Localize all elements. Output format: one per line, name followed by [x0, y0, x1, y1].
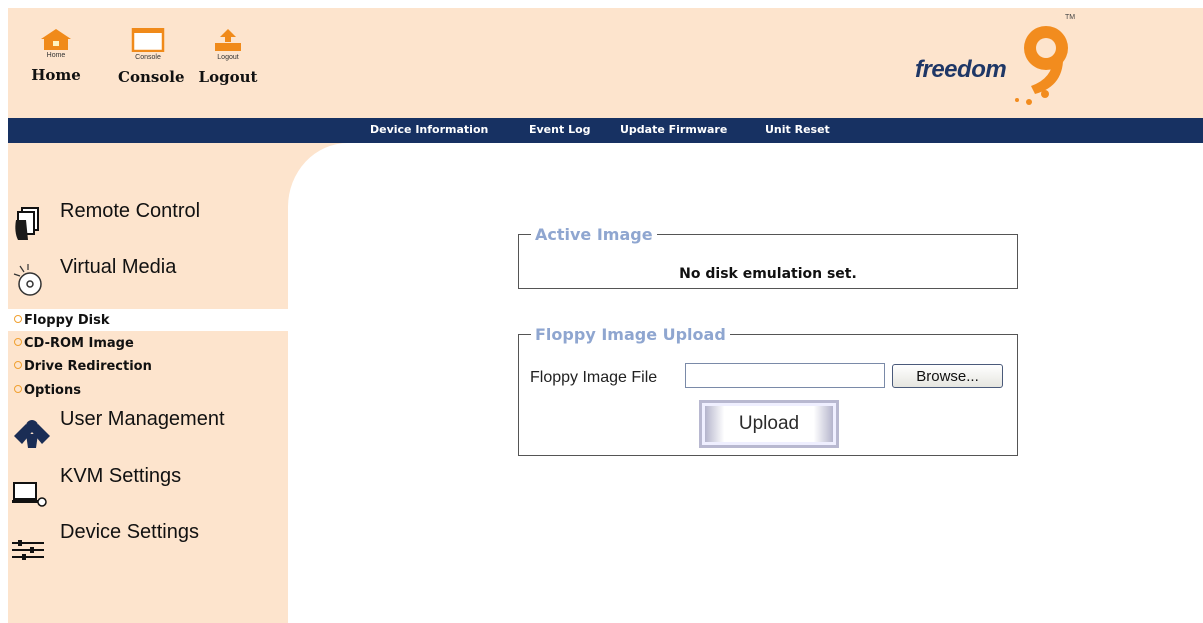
- floppy-file-label: Floppy Image File: [530, 369, 658, 386]
- logout-label: Logout: [198, 68, 258, 86]
- sidebar-subitem-floppy-disk[interactable]: Floppy Disk: [14, 313, 110, 328]
- active-image-status: No disk emulation set.: [679, 266, 857, 282]
- bullet-icon: [14, 361, 22, 369]
- console-button[interactable]: Console Console: [118, 28, 185, 86]
- home-small-label: Home: [46, 52, 66, 59]
- hand-window-icon: [15, 207, 39, 240]
- bullet-icon: [14, 338, 22, 346]
- logout-small-label: Logout: [217, 54, 239, 61]
- home-icon: [41, 29, 71, 50]
- console-small-label: Console: [135, 54, 161, 61]
- options-label: Options: [24, 383, 81, 398]
- sidebar-subitem-cdrom-image[interactable]: CD-ROM Image: [14, 336, 134, 351]
- logo-wordmark: freedom: [915, 56, 1007, 83]
- sidebar-subitem-options[interactable]: Options: [14, 383, 81, 398]
- sidebar-label-kvm-settings: KVM Settings: [60, 465, 182, 487]
- active-image-legend: Active Image: [535, 225, 653, 244]
- active-image-panel: Active Image No disk emulation set.: [518, 225, 1018, 289]
- floppy-upload-panel: Floppy Image Upload Floppy Image File Br…: [518, 325, 1018, 456]
- sidebar-label-remote-control: Remote Control: [60, 200, 201, 222]
- sliders-icon: [12, 540, 44, 560]
- browse-button[interactable]: Browse...: [892, 364, 1003, 388]
- cd-disc-icon: [13, 264, 42, 296]
- nav-event-log[interactable]: Event Log: [529, 123, 591, 136]
- monitor-icon: [12, 482, 47, 507]
- sidebar-subitem-drive-redirection[interactable]: Drive Redirection: [14, 359, 152, 374]
- sidebar-label-virtual-media: Virtual Media: [60, 256, 177, 278]
- nav-unit-reset[interactable]: Unit Reset: [765, 123, 830, 136]
- console-label: Console: [118, 68, 185, 86]
- floppy-upload-legend: Floppy Image Upload: [535, 325, 726, 344]
- console-icon: [131, 28, 165, 52]
- sidebar-label-device-settings: Device Settings: [60, 521, 199, 543]
- logo-trademark: TM: [1065, 14, 1076, 21]
- top-nav: Device Information Event Log Update Firm…: [8, 118, 1203, 143]
- logout-icon: [215, 29, 241, 51]
- sidebar-item-user-management[interactable]: User Management: [8, 408, 283, 448]
- sidebar-curve: [288, 143, 408, 271]
- upload-button[interactable]: Upload: [699, 400, 839, 448]
- users-icon: [14, 420, 50, 448]
- drive-redirection-label: Drive Redirection: [24, 359, 152, 374]
- nav-update-firmware[interactable]: Update Firmware: [620, 123, 727, 136]
- nav-device-information[interactable]: Device Information: [370, 123, 488, 136]
- logout-button[interactable]: Logout Logout: [198, 28, 258, 86]
- sidebar-label-user-management: User Management: [60, 408, 225, 430]
- home-label: Home: [31, 66, 81, 84]
- floppy-disk-label: Floppy Disk: [24, 313, 110, 328]
- sidebar-item-remote-control[interactable]: Remote Control: [8, 200, 283, 240]
- sidebar-item-virtual-media[interactable]: Virtual Media: [8, 256, 283, 296]
- bullet-icon: [14, 385, 22, 393]
- home-button[interactable]: Home Home: [26, 28, 86, 84]
- bullet-icon: [14, 315, 22, 323]
- cdrom-image-label: CD-ROM Image: [24, 336, 134, 351]
- sidebar-item-device-settings[interactable]: Device Settings: [8, 521, 283, 561]
- floppy-file-input[interactable]: [685, 363, 885, 388]
- header-bar: Home Home Console Console Logout Logout …: [8, 8, 1203, 118]
- sidebar-item-kvm-settings[interactable]: KVM Settings: [8, 465, 283, 507]
